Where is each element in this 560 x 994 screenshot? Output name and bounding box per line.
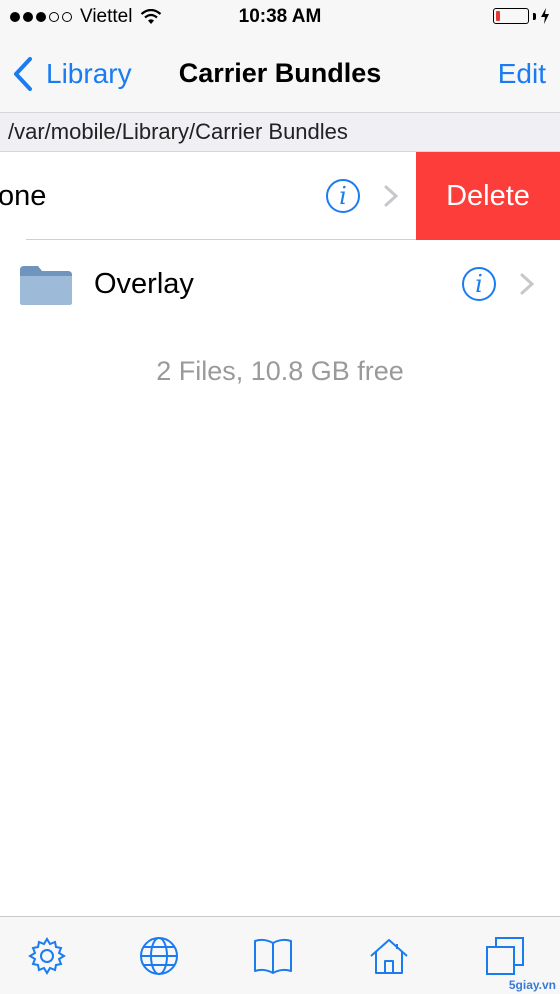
battery-icon [493,8,529,24]
charging-icon [541,8,549,24]
folder-row[interactable]: Overlay i [0,240,560,328]
page-title: Carrier Bundles [178,58,382,88]
folder-icon [20,266,72,305]
info-icon[interactable]: i [326,179,360,213]
chevron-right-icon [384,185,398,207]
battery-indicator [493,8,550,24]
navigation-bar: Library Carrier Bundles Edit [0,36,560,112]
book-icon[interactable] [252,935,294,977]
file-name: one [0,180,47,212]
folder-name: Overlay [94,268,194,300]
file-row[interactable]: one i Delete [0,152,560,240]
clock: 10:38 AM [238,6,322,27]
path-bar: /var/mobile/Library/Carrier Bundles [0,112,560,152]
edit-button[interactable]: Edit [498,58,546,90]
watermark: 5giay.vn [508,978,556,992]
tab-bar: 5giay.vn [0,916,560,994]
storage-summary: 2 Files, 10.8 GB free [156,356,404,386]
chevron-right-icon [520,273,534,295]
delete-button[interactable]: Delete [416,152,560,240]
info-icon[interactable]: i [462,267,496,301]
windows-icon[interactable] [484,935,526,977]
gear-icon[interactable] [26,935,68,977]
globe-icon[interactable] [138,935,180,977]
status-bar: Viettel 10:38 AM [0,0,560,36]
path-label: /var/mobile/Library/Carrier Bundles [8,119,348,144]
home-icon[interactable] [368,935,410,977]
